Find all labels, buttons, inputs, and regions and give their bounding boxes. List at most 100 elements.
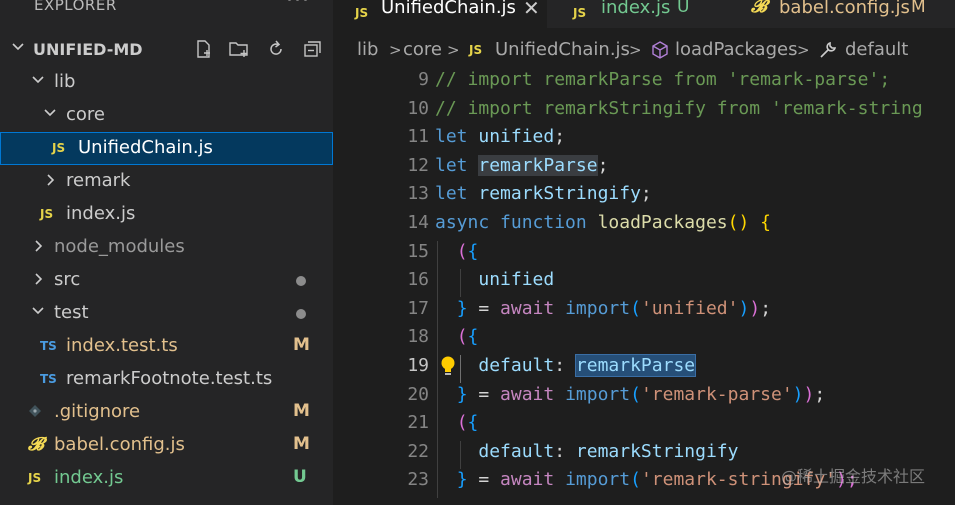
tree-item-label: src <box>54 269 81 290</box>
breadcrumb-separator: > <box>447 41 460 59</box>
javascript-file-icon: JS <box>355 6 369 20</box>
tree-item-remark[interactable]: remark <box>0 165 333 198</box>
babel-file-icon: 𝓑 <box>28 434 44 455</box>
line-number: 11 <box>407 126 429 148</box>
tab-label: UnifiedChain.js <box>381 0 516 18</box>
chevron-down-icon <box>32 75 44 85</box>
git-status-badge: M <box>293 335 310 355</box>
breadcrumb-separator: > <box>389 41 402 59</box>
tree-item-babel-config-js[interactable]: 𝓑 babel.config.js M <box>0 429 333 462</box>
code-line-12: let remarkParse; <box>435 154 609 176</box>
modified-dot <box>296 276 306 286</box>
git-status-badge: M <box>293 401 310 421</box>
tree-item-unifiedchain-js[interactable]: JS UnifiedChain.js <box>0 132 333 165</box>
wrench-icon <box>819 41 837 64</box>
code-line-18: ({ <box>456 326 479 348</box>
tree-item-core[interactable]: core <box>0 99 333 132</box>
code-line-20: } = await import('remark-parse')); <box>456 383 826 405</box>
breadcrumb-function[interactable]: loadPackages <box>675 39 797 60</box>
tree-item-label: lib <box>54 71 76 92</box>
tree-item-label: node_modules <box>54 236 185 257</box>
editor-pane: JS UnifiedChain.js ✕ JS index.js U 𝓑 bab… <box>333 0 955 505</box>
tab-label: index.js <box>601 0 671 18</box>
git-status-badge: M <box>293 434 310 454</box>
line-number: 13 <box>407 183 429 205</box>
breadcrumb-lib[interactable]: lib <box>357 39 378 60</box>
root-folder-label: UNIFIED-MD <box>33 40 143 59</box>
javascript-file-icon: JS <box>28 471 42 485</box>
code-line-16: unified <box>478 269 555 291</box>
chevron-right-icon <box>46 174 56 186</box>
code-line-13: let remarkStringify; <box>435 183 652 205</box>
modified-dot <box>296 309 306 319</box>
tree-item-gitignore[interactable]: .gitignore M <box>0 396 333 429</box>
close-tab-icon[interactable]: ✕ <box>523 0 540 20</box>
explorer-root-folder[interactable]: UNIFIED-MD <box>0 33 333 66</box>
tab-babel-config-js[interactable]: 𝓑 babel.config.js M <box>729 0 955 28</box>
breadcrumb-separator: > <box>629 41 642 59</box>
explorer-header: EXPLORER ··· <box>0 0 333 17</box>
lightbulb-icon[interactable] <box>439 355 457 377</box>
tree-item-label: index.test.ts <box>66 335 178 356</box>
line-number: 10 <box>407 97 429 119</box>
line-number: 12 <box>407 154 429 176</box>
breadcrumb-core[interactable]: core <box>403 39 442 60</box>
tree-item-lib[interactable]: lib <box>0 66 333 99</box>
tree-item-label: index.js <box>66 203 136 224</box>
tab-index-js[interactable]: JS index.js U <box>549 0 727 28</box>
code-line-15: ({ <box>456 240 479 262</box>
chevron-right-icon <box>34 273 44 285</box>
git-status-badge: U <box>293 467 307 487</box>
breadcrumb: lib > core > JS UnifiedChain.js > loadPa… <box>333 33 955 67</box>
tree-item-test[interactable]: test <box>0 297 333 330</box>
tree-item-lib-index-js[interactable]: JS index.js <box>0 198 333 231</box>
tree-item-root-index-js[interactable]: JS index.js U <box>0 462 333 495</box>
chevron-right-icon <box>34 240 44 252</box>
line-number: 18 <box>407 326 429 348</box>
typescript-file-icon: TS <box>40 339 57 353</box>
breadcrumb-property[interactable]: default <box>845 39 908 60</box>
javascript-file-icon: JS <box>52 141 66 155</box>
editor-tab-bar: JS UnifiedChain.js ✕ JS index.js U 𝓑 bab… <box>333 0 955 28</box>
explorer-title: EXPLORER <box>34 0 117 14</box>
tree-item-node-modules[interactable]: node_modules <box>0 231 333 264</box>
tab-status-badge: M <box>911 0 926 17</box>
tree-item-label: babel.config.js <box>54 434 185 455</box>
line-number: 20 <box>407 383 429 405</box>
line-number: 9 <box>418 69 429 90</box>
tab-label: babel.config.js <box>779 0 910 18</box>
line-number: 23 <box>407 469 429 491</box>
javascript-file-icon: JS <box>40 207 54 221</box>
line-number: 21 <box>407 412 429 434</box>
tree-item-src[interactable]: src <box>0 264 333 297</box>
line-number: 16 <box>407 269 429 291</box>
cube-icon <box>651 41 669 64</box>
code-line-9: // import remarkParse from 'remark-parse… <box>435 69 891 90</box>
refresh-icon[interactable] <box>266 39 286 59</box>
line-number: 22 <box>407 440 429 462</box>
typescript-file-icon: TS <box>40 372 57 386</box>
new-folder-icon[interactable] <box>228 39 248 59</box>
tree-item-index-test-ts[interactable]: TS index.test.ts M <box>0 330 333 363</box>
chevron-down-icon <box>44 108 56 118</box>
tree-item-label: UnifiedChain.js <box>78 137 213 158</box>
collapse-all-icon[interactable] <box>302 39 322 59</box>
tree-item-label: test <box>54 302 89 323</box>
code-line-21: ({ <box>456 412 479 434</box>
breadcrumb-file[interactable]: UnifiedChain.js <box>495 39 630 60</box>
tree-item-label: index.js <box>54 467 124 488</box>
code-line-22: default: remarkStringify <box>478 440 739 462</box>
tree-item-label: remark <box>66 170 131 191</box>
javascript-file-icon: JS <box>573 6 587 20</box>
chevron-down-icon <box>32 306 44 316</box>
line-number-current: 19 <box>407 355 429 376</box>
tree-item-remarkfootnote-test-ts[interactable]: TS remarkFootnote.test.ts <box>0 363 333 396</box>
new-file-icon[interactable] <box>194 39 214 59</box>
line-number: 17 <box>407 297 429 319</box>
babel-file-icon: 𝓑 <box>751 0 767 17</box>
chevron-down-icon <box>12 42 24 52</box>
more-actions-icon[interactable]: ··· <box>286 0 310 13</box>
watermark: @稀土掘金技术社区 <box>781 467 926 486</box>
tab-unifiedchain-js[interactable]: JS UnifiedChain.js ✕ <box>333 0 547 28</box>
code-line-17: } = await import('unified')); <box>456 297 772 319</box>
